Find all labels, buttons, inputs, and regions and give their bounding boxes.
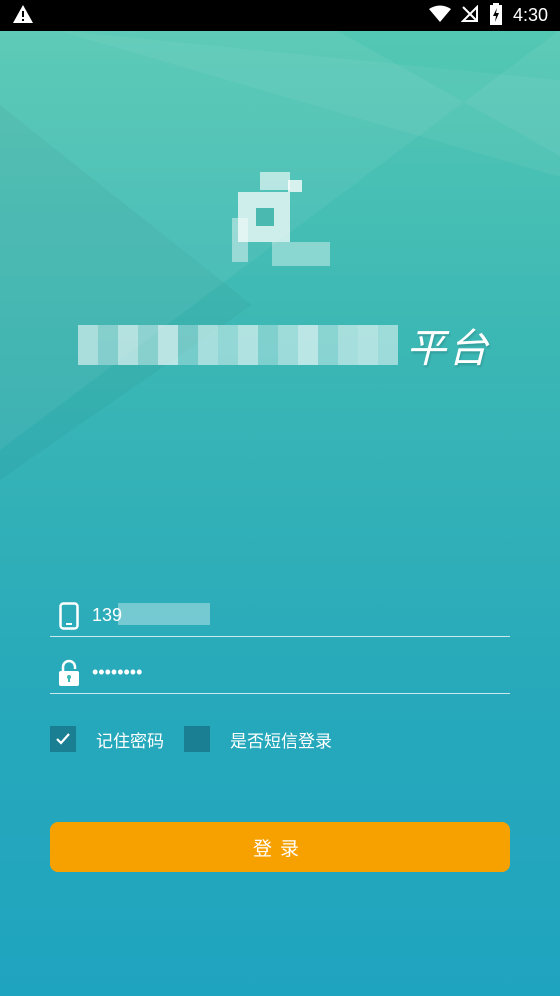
- app-title: 平台: [78, 315, 490, 375]
- sms-login-checkbox[interactable]: [184, 726, 210, 752]
- password-input[interactable]: [88, 654, 510, 691]
- background-facet: [0, 105, 252, 480]
- password-field[interactable]: [50, 652, 510, 694]
- lock-icon: [50, 653, 88, 693]
- wifi-icon: [428, 5, 451, 27]
- phone-icon: [50, 596, 88, 636]
- remember-password-checkbox[interactable]: [50, 726, 76, 752]
- remember-password-label[interactable]: 记住密码: [96, 727, 164, 752]
- battery-charging-icon: [489, 2, 503, 29]
- sms-login-label[interactable]: 是否短信登录: [230, 727, 332, 752]
- title-suffix: 平台: [406, 326, 490, 372]
- status-time: 4:30: [512, 5, 548, 25]
- no-signal-icon: [460, 4, 479, 27]
- status-right: 4:30: [428, 2, 548, 29]
- options-row: 记住密码 是否短信登录: [50, 726, 352, 752]
- warning-icon: [12, 4, 34, 28]
- phone-redacted: [118, 603, 210, 625]
- login-button[interactable]: 登录: [50, 822, 510, 872]
- status-left: [12, 4, 34, 28]
- check-icon: [56, 733, 70, 745]
- app-logo-icon: [232, 168, 332, 266]
- title-redacted: [78, 322, 398, 368]
- status-bar: 4:30: [0, 0, 560, 31]
